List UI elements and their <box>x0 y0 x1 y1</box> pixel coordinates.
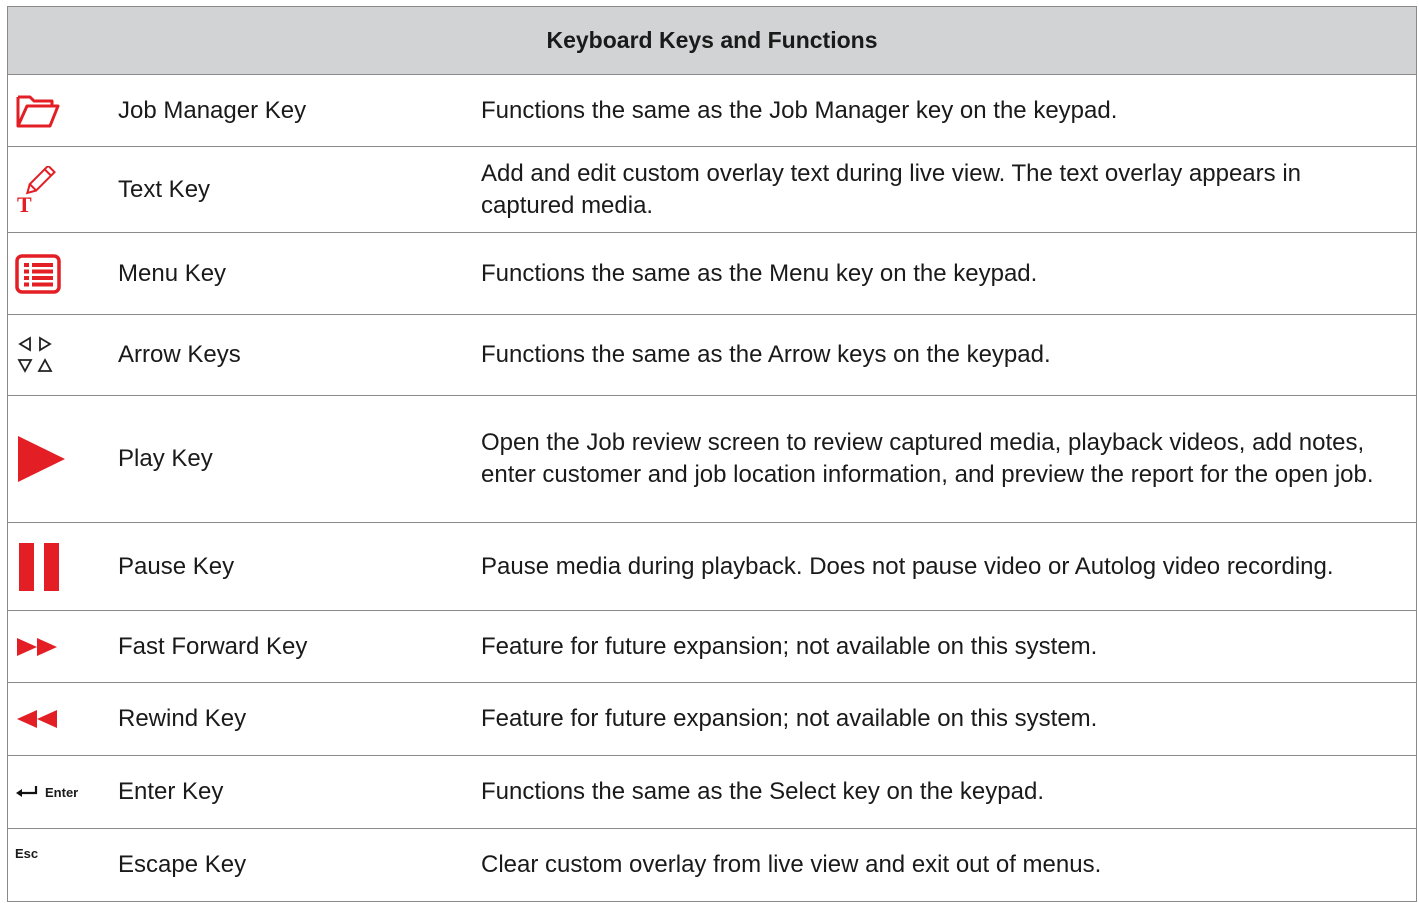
fast-forward-icon <box>15 636 65 658</box>
table-row: Enter Enter Key Functions the same as th… <box>8 756 1416 829</box>
svg-text:T: T <box>17 192 32 214</box>
key-name: Fast Forward Key <box>118 632 308 660</box>
key-name: Pause Key <box>118 552 235 580</box>
key-description: Open the Job review screen to review cap… <box>481 429 1374 488</box>
key-name: Play Key <box>118 445 213 472</box>
enter-label: Enter <box>45 784 79 800</box>
menu-list-icon <box>15 253 61 294</box>
table-row: Rewind Key Feature for future expansion;… <box>8 683 1416 756</box>
key-description: Functions the same as the Arrow keys on … <box>481 341 1051 368</box>
keyboard-keys-table: Keyboard Keys and Functions Job Manager … <box>7 6 1417 902</box>
table-header: Keyboard Keys and Functions <box>8 7 1416 75</box>
pause-icon <box>15 541 65 593</box>
table-row: Job Manager Key Functions the same as th… <box>8 75 1416 147</box>
folder-icon <box>15 93 61 129</box>
key-description: Feature for future expansion; not availa… <box>481 632 1098 660</box>
key-name: Rewind Key <box>118 705 247 732</box>
esc-icon: Esc <box>15 846 39 861</box>
play-icon <box>15 433 67 485</box>
table-row: Menu Key Functions the same as the Menu … <box>8 233 1416 315</box>
key-description: Feature for future expansion; not availa… <box>481 705 1098 732</box>
rewind-icon <box>15 708 65 730</box>
key-description: Clear custom overlay from live view and … <box>481 851 1102 878</box>
arrow-keys-icon <box>15 333 61 377</box>
key-name: Arrow Keys <box>118 341 241 368</box>
key-description: Add and edit custom overlay text during … <box>481 159 1301 219</box>
key-name: Escape Key <box>118 851 247 878</box>
key-name: Job Manager Key <box>118 96 307 124</box>
table-row: T Text Key Add and edit custom overlay t… <box>8 147 1416 233</box>
table-row: Fast Forward Key Feature for future expa… <box>8 611 1416 683</box>
text-pencil-icon: T <box>15 165 57 214</box>
enter-icon: Enter <box>15 785 78 800</box>
key-description: Functions the same as the Job Manager ke… <box>481 96 1118 124</box>
key-description: Pause media during playback. Does not pa… <box>481 552 1334 580</box>
key-description: Functions the same as the Select key on … <box>481 778 1044 805</box>
key-description: Functions the same as the Menu key on th… <box>481 259 1038 287</box>
table-title: Keyboard Keys and Functions <box>546 27 878 53</box>
table-row: Esc Escape Key Clear custom overlay from… <box>8 829 1416 901</box>
table-row: Arrow Keys Functions the same as the Arr… <box>8 315 1416 396</box>
table-row: Play Key Open the Job review screen to r… <box>8 396 1416 523</box>
key-name: Text Key <box>118 175 211 203</box>
key-name: Menu Key <box>118 259 227 287</box>
table-row: Pause Key Pause media during playback. D… <box>8 523 1416 611</box>
key-name: Enter Key <box>118 778 224 805</box>
